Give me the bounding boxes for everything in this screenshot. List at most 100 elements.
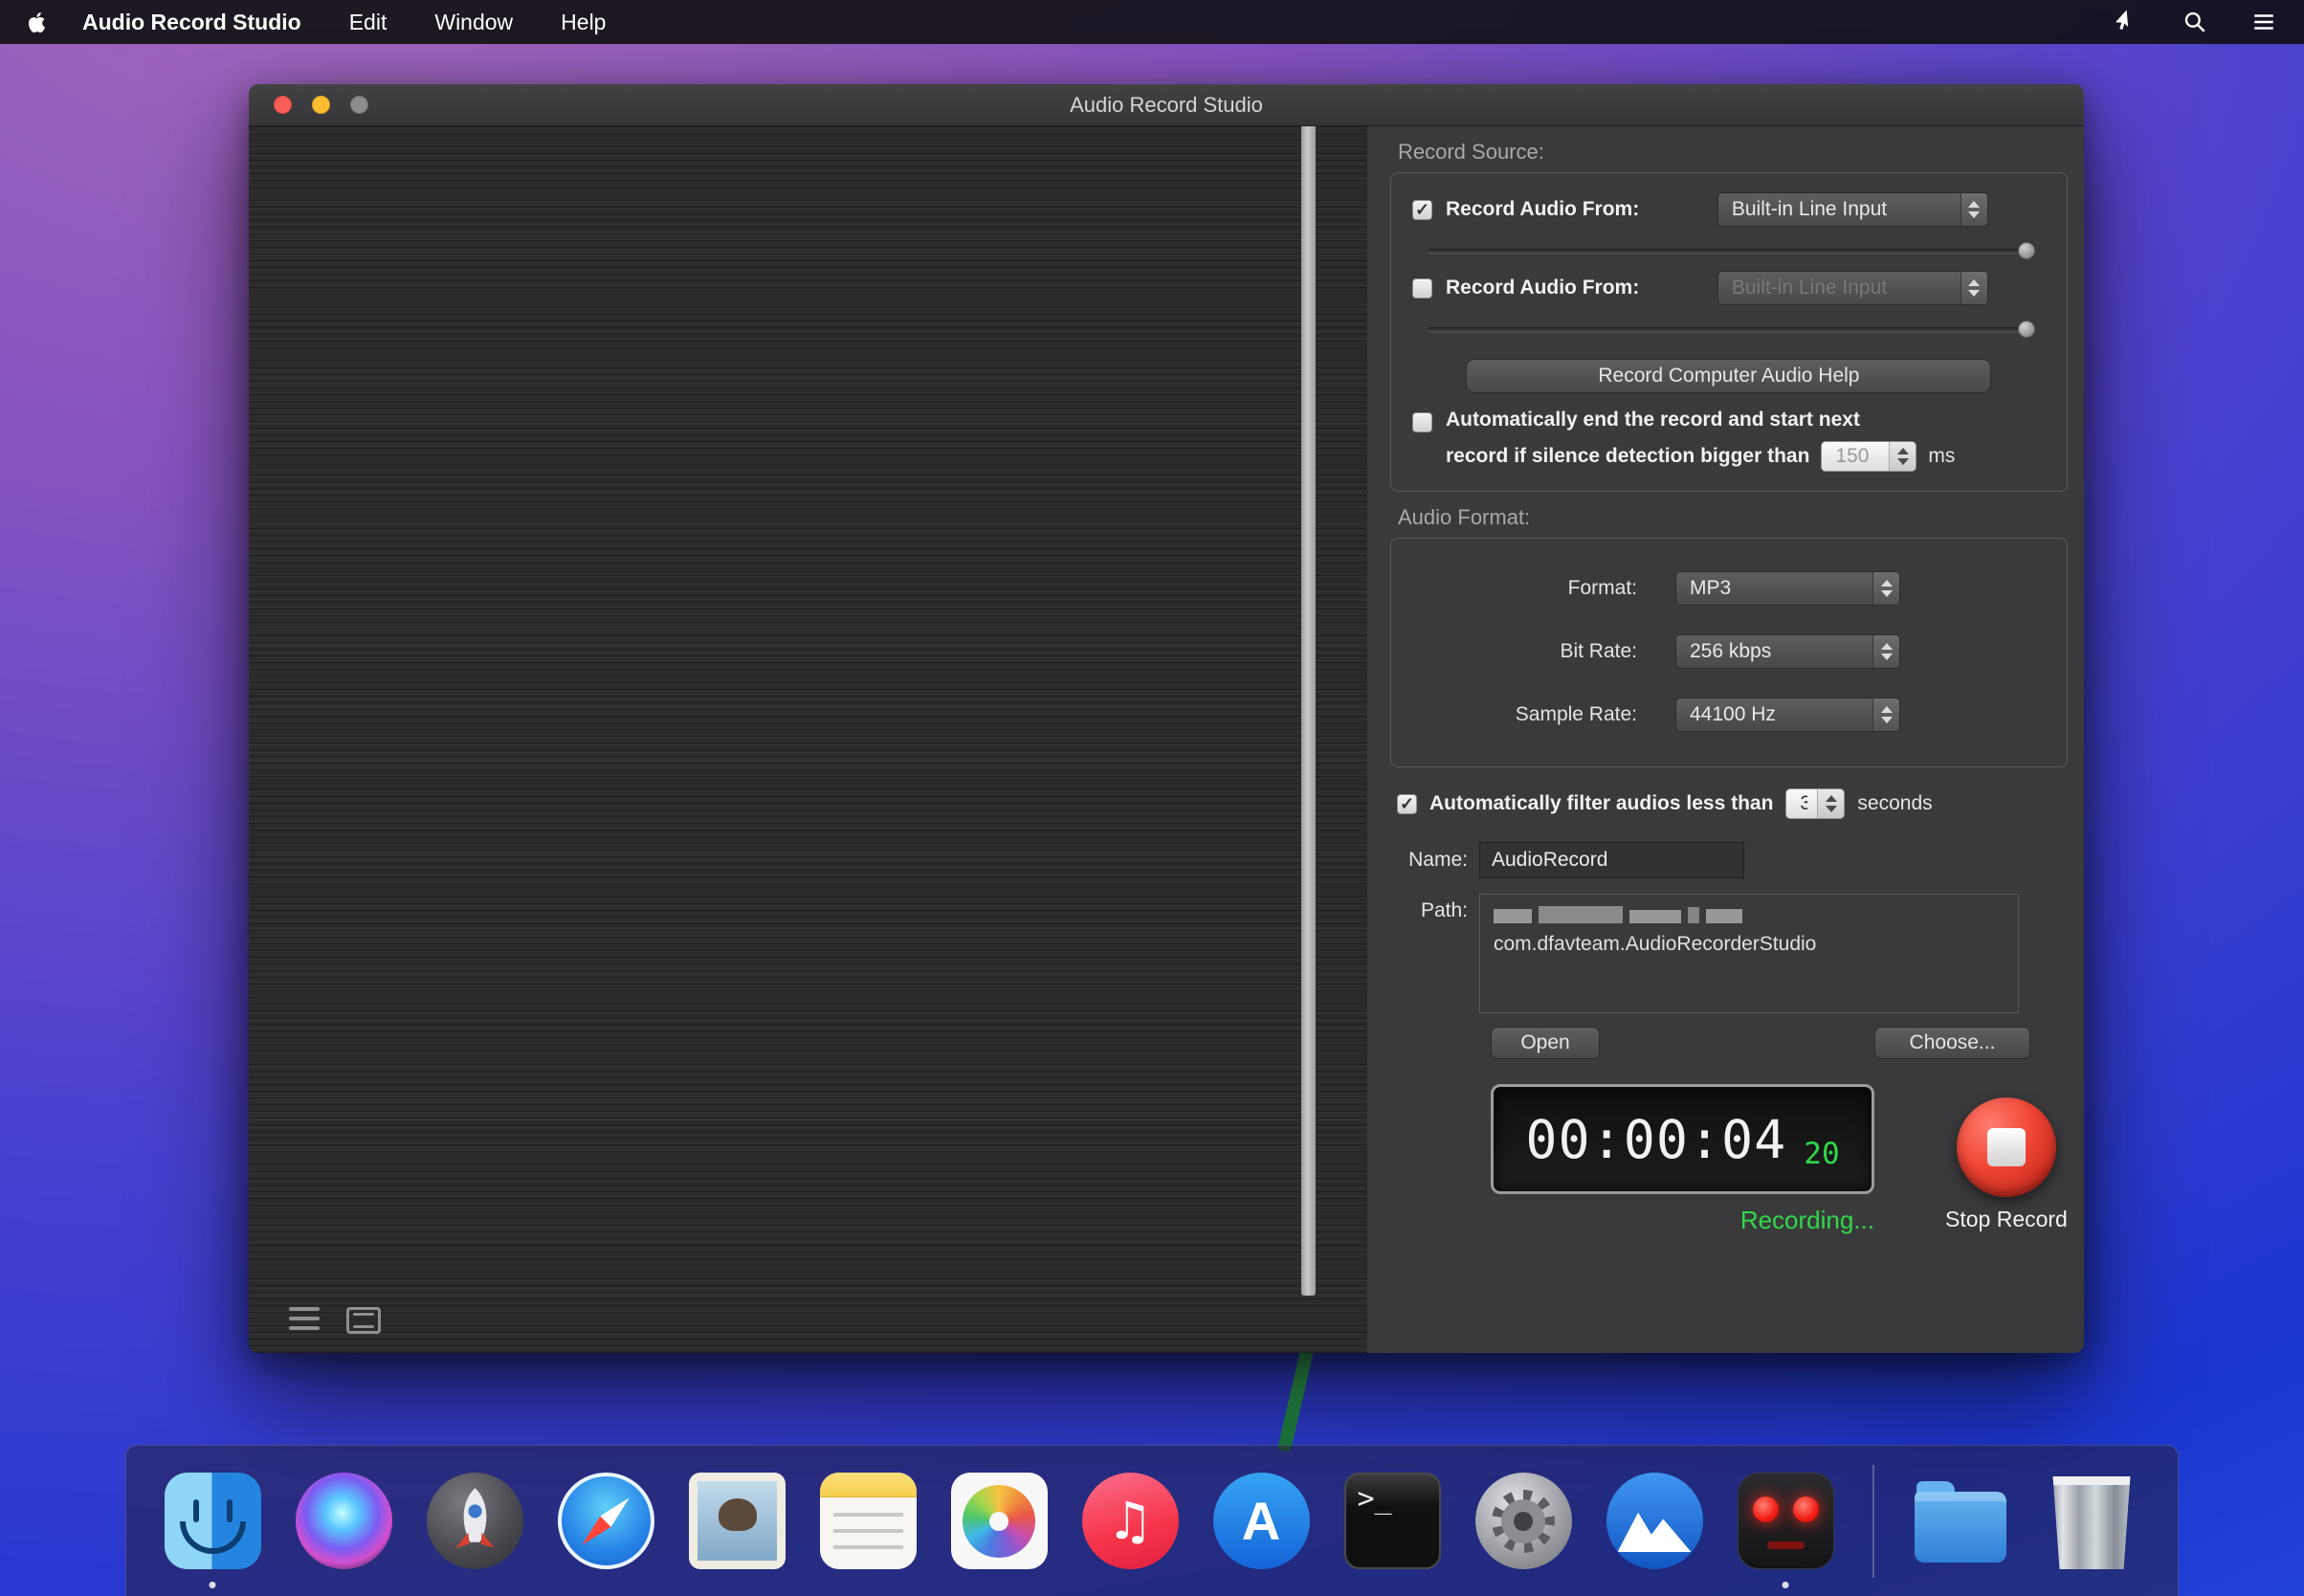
notes-icon [820, 1473, 917, 1569]
search-icon[interactable] [2182, 9, 2208, 35]
record-source-1-select[interactable]: Built-in Line Input [1717, 192, 1988, 227]
minimize-button[interactable] [312, 96, 330, 114]
dock-item-folder[interactable] [1913, 1473, 2009, 1569]
waveform-scrollbar[interactable] [1301, 126, 1316, 1296]
path-redacted-line [1494, 904, 2005, 923]
dock-item-terminal[interactable]: >_ [1344, 1473, 1441, 1569]
menubar-app-name[interactable]: Audio Record Studio [82, 10, 301, 35]
system-preferences-icon [1475, 1473, 1572, 1569]
menu-help[interactable]: Help [561, 10, 606, 35]
open-button[interactable]: Open [1491, 1027, 1600, 1059]
dock-divider [1872, 1465, 1874, 1578]
notes-header [820, 1473, 917, 1497]
stepper-arrows-icon [1889, 442, 1916, 471]
record-source-2-label: Record Audio From: [1446, 277, 1639, 299]
filter-seconds-stepper[interactable]: 3 [1785, 788, 1845, 819]
record-computer-audio-help-button[interactable]: Record Computer Audio Help [1466, 359, 1991, 393]
path-box[interactable]: com.dfavteam.AudioRecorderStudio [1479, 894, 2019, 1013]
dock-item-notes[interactable] [820, 1473, 917, 1569]
filter-audios-checkbox[interactable] [1397, 794, 1417, 814]
name-label: Name: [1390, 849, 1479, 872]
window-content: Record Source: Record Audio From: Built-… [249, 126, 2084, 1353]
folder-icon [1915, 1492, 2006, 1563]
list-icon[interactable] [2250, 9, 2277, 35]
dock-item-mail[interactable] [689, 1473, 786, 1569]
slider-track [1428, 327, 2027, 332]
auto-end-checkbox[interactable] [1412, 412, 1432, 432]
record-source-2-select: Built-in Line Input [1717, 271, 1988, 305]
record-source-2-checkbox[interactable] [1412, 278, 1432, 299]
audio-record-studio-window: Audio Record Studio Record Source: Recor… [249, 84, 2084, 1353]
sample-rate-select[interactable]: 44100 Hz [1675, 698, 1900, 732]
auto-end-line1: Automatically end the record and start n… [1446, 409, 1955, 432]
input-level-slider-2[interactable] [1428, 319, 2027, 340]
timer-time: 00:00:04 [1525, 1109, 1786, 1170]
safari-icon [558, 1473, 654, 1569]
list-view-icon[interactable] [289, 1307, 320, 1330]
traffic-lights [274, 96, 368, 114]
auto-end-text: Automatically end the record and start n… [1446, 409, 1955, 472]
titlebar[interactable]: Audio Record Studio [249, 84, 2084, 126]
control-panel: Record Source: Record Audio From: Built-… [1367, 126, 2084, 1353]
audio-format-group: Format: MP3 Bit Rate: 256 kbps Sample Ra… [1390, 538, 2068, 767]
record-source-group: Record Audio From: Built-in Line Input R… [1390, 172, 2068, 492]
app-store-a-glyph: A [1242, 1490, 1280, 1552]
zoom-button-disabled [350, 96, 368, 114]
close-button[interactable] [274, 96, 292, 114]
dock-item-app-store[interactable]: A [1213, 1473, 1310, 1569]
pointer-icon[interactable] [2113, 9, 2139, 35]
input-level-slider-1[interactable] [1428, 240, 2027, 261]
detail-view-icon[interactable] [346, 1307, 381, 1334]
choose-button[interactable]: Choose... [1874, 1027, 2030, 1059]
stop-record-label: Stop Record [1945, 1207, 2068, 1232]
timer-display: 00:00:04 20 [1491, 1084, 1874, 1194]
stepper-arrows-icon [1872, 698, 1899, 731]
seconds-unit-label: seconds [1857, 792, 1932, 815]
bit-rate-label: Bit Rate: [1412, 640, 1637, 663]
menu-edit[interactable]: Edit [349, 10, 388, 35]
menubar-status-icons [2113, 9, 2277, 35]
dock-item-system-preferences[interactable] [1475, 1473, 1572, 1569]
record-source-1-checkbox[interactable] [1412, 200, 1432, 220]
dock-item-audio-record-studio[interactable] [1738, 1473, 1834, 1569]
dock: ♫ A >_ [125, 1445, 2179, 1596]
dock-item-blue-mountain-app[interactable] [1606, 1473, 1703, 1569]
terminal-icon: >_ [1344, 1473, 1441, 1569]
apple-menu-icon[interactable] [27, 10, 48, 34]
format-select[interactable]: MP3 [1675, 571, 1900, 606]
dock-item-trash[interactable] [2044, 1473, 2140, 1569]
dock-item-siri[interactable] [296, 1473, 392, 1569]
finder-icon [165, 1473, 261, 1569]
ms-unit-label: ms [1928, 445, 1955, 468]
stop-record-button[interactable] [1957, 1097, 2056, 1197]
slider-thumb[interactable] [2018, 242, 2035, 259]
name-input[interactable] [1479, 842, 1744, 878]
stepper-arrows-icon [1817, 789, 1844, 818]
finder-smile [180, 1521, 246, 1554]
rocket-icon [427, 1473, 523, 1569]
audio-format-heading: Audio Format: [1398, 505, 2068, 530]
stepper-arrows-icon [1872, 635, 1899, 668]
photos-icon [951, 1473, 1048, 1569]
stop-column: Stop Record [1945, 1097, 2068, 1232]
red-light-icon [1753, 1496, 1779, 1522]
launchpad-icon [427, 1473, 523, 1569]
trash-icon [2050, 1476, 2133, 1569]
dock-item-photos[interactable] [951, 1473, 1048, 1569]
siri-icon [296, 1473, 392, 1569]
wallpaper-streak [1277, 1340, 1316, 1452]
format-label: Format: [1412, 577, 1637, 600]
bit-rate-select[interactable]: 256 kbps [1675, 634, 1900, 669]
window-title: Audio Record Studio [249, 93, 2084, 118]
dock-item-music[interactable]: ♫ [1082, 1473, 1179, 1569]
menu-window[interactable]: Window [434, 10, 513, 35]
pinwheel-icon [963, 1485, 1035, 1558]
dock-item-finder[interactable] [165, 1473, 261, 1569]
audio-record-studio-icon [1738, 1473, 1834, 1569]
slider-thumb[interactable] [2018, 321, 2035, 338]
stepper-arrows-icon [1872, 572, 1899, 605]
dock-item-launchpad[interactable] [427, 1473, 523, 1569]
dock-item-safari[interactable] [558, 1473, 654, 1569]
music-note-glyph: ♫ [1107, 1491, 1153, 1551]
path-label: Path: [1390, 899, 1479, 922]
